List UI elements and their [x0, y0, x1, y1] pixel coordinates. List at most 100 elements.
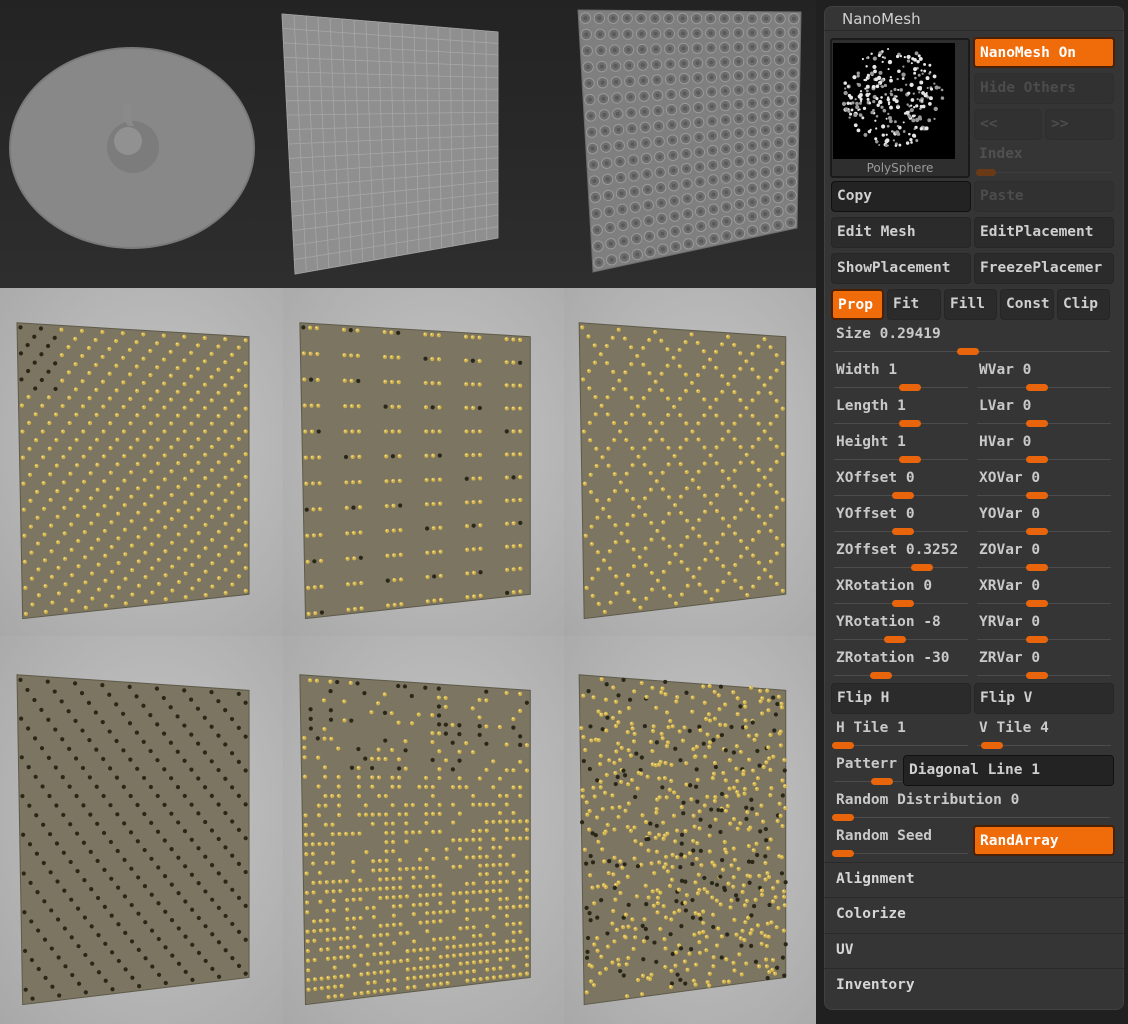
lvar-slider-knob[interactable] [1026, 420, 1048, 427]
yovar-value: 0 [1031, 506, 1041, 522]
yovar-slider-knob[interactable] [1026, 528, 1048, 535]
v-tile-slider-knob[interactable] [981, 742, 1003, 749]
colorize-label: Colorize [836, 906, 906, 922]
hvar-slider-knob[interactable] [1026, 456, 1048, 463]
random-distribution-slider-knob[interactable] [832, 814, 854, 821]
nanomesh-panel: NanoMesh PolySphere NanoMesh On Hide Oth… [816, 0, 1128, 1024]
h-tile-slider-track[interactable] [834, 745, 968, 746]
zrotation-label: ZRotation [836, 650, 915, 666]
xrvar-slider-knob[interactable] [1026, 600, 1048, 607]
pattern-slider-knob[interactable] [871, 778, 893, 785]
xovar-slider-label[interactable]: XOVar 0 [979, 470, 1040, 486]
xoffset-slider-knob[interactable] [892, 492, 914, 499]
size-slider-knob[interactable] [957, 348, 979, 355]
zrotation-slider-label[interactable]: ZRotation -30 [836, 650, 950, 666]
zrvar-slider-knob[interactable] [1026, 672, 1048, 679]
xrotation-slider-label[interactable]: XRotation 0 [836, 578, 932, 594]
zovar-label: ZOVar [979, 542, 1023, 558]
height-slider-label[interactable]: Height 1 [836, 434, 906, 450]
zovar-slider-knob[interactable] [1026, 564, 1048, 571]
zoffset-slider-knob[interactable] [911, 564, 933, 571]
height-slider-knob[interactable] [899, 456, 921, 463]
freeze-placement-button[interactable]: FreezePlacemer [974, 253, 1114, 284]
title-divider [824, 30, 1124, 31]
yrvar-slider-knob[interactable] [1026, 636, 1048, 643]
zoffset-slider-track[interactable] [834, 567, 968, 568]
xovar-value: 0 [1031, 470, 1041, 486]
yrvar-value: 0 [1031, 614, 1041, 630]
previous-button[interactable]: << [974, 109, 1042, 140]
zovar-slider-label[interactable]: ZOVar 0 [979, 542, 1040, 558]
random-seed-slider-track[interactable] [834, 853, 968, 854]
random-distribution-slider-track[interactable] [834, 817, 1110, 818]
section-colorize[interactable]: Colorize [824, 897, 1124, 932]
index-slider-knob[interactable] [976, 169, 996, 176]
section-alignment[interactable]: Alignment [824, 862, 1124, 897]
tab-fill[interactable]: Fill [944, 289, 997, 320]
next-button[interactable]: >> [1045, 109, 1114, 140]
yrvar-slider-label[interactable]: YRVar 0 [979, 614, 1040, 630]
panel-title[interactable]: NanoMesh [842, 10, 921, 28]
lvar-slider-label[interactable]: LVar 0 [979, 398, 1031, 414]
zrotation-slider-track[interactable] [834, 675, 968, 676]
index-slider-track[interactable] [976, 172, 1112, 173]
zrotation-slider-knob[interactable] [870, 672, 892, 679]
hide-others-button[interactable]: Hide Others [974, 73, 1114, 104]
xrotation-slider-knob[interactable] [892, 600, 914, 607]
polysphere-icon [841, 47, 945, 148]
wvar-slider-label[interactable]: WVar 0 [979, 362, 1031, 378]
length-value: 1 [897, 398, 906, 414]
width-slider-knob[interactable] [899, 384, 921, 391]
copy-button[interactable]: Copy [831, 181, 971, 212]
tab-clip[interactable]: Clip [1057, 289, 1110, 320]
show-placement-button[interactable]: ShowPlacement [831, 253, 971, 284]
xoffset-slider-label[interactable]: XOffset 0 [836, 470, 915, 486]
size-slider-label[interactable]: Size 0.29419 [836, 326, 941, 342]
checker-studs-svg [16, 674, 250, 1006]
xrvar-slider-label[interactable]: XRVar 0 [979, 578, 1040, 594]
gradient-studs-svg [299, 674, 531, 1006]
edit-mesh-button[interactable]: Edit Mesh [831, 217, 971, 248]
grid-plane-render [270, 0, 545, 288]
zoffset-slider-label[interactable]: ZOffset 0.3252 [836, 542, 958, 558]
width-slider-label[interactable]: Width 1 [836, 362, 897, 378]
wvar-slider-knob[interactable] [1026, 384, 1048, 391]
pattern-dropdown[interactable]: Diagonal Line 1 [903, 755, 1114, 786]
yoffset-slider-label[interactable]: YOffset 0 [836, 506, 915, 522]
yoffset-slider-knob[interactable] [892, 528, 914, 535]
tab-prop[interactable]: Prop [831, 289, 884, 320]
length-slider-knob[interactable] [899, 420, 921, 427]
flip-h-button[interactable]: Flip H [831, 683, 971, 714]
zoffset-value: 0.3252 [905, 542, 959, 558]
tab-fit[interactable]: Fit [887, 289, 941, 320]
h-tile-slider-label[interactable]: H Tile 1 [836, 720, 906, 736]
h-tile-slider-knob[interactable] [832, 742, 854, 749]
length-slider-label[interactable]: Length 1 [836, 398, 906, 414]
circles-plane-render [545, 0, 816, 288]
dash-studs-svg [299, 322, 531, 620]
v-tile-slider-label[interactable]: V Tile 4 [979, 720, 1049, 736]
hvar-slider-label[interactable]: HVar 0 [979, 434, 1031, 450]
hvar-label: HVar [979, 434, 1014, 450]
random-seed-slider-knob[interactable] [832, 850, 854, 857]
flip-v-button[interactable]: Flip V [974, 683, 1114, 714]
paste-button[interactable]: Paste [974, 181, 1114, 212]
yrotation-slider-label[interactable]: YRotation -8 [836, 614, 941, 630]
h-tile-value: 1 [897, 720, 906, 736]
xrotation-value: 0 [923, 578, 933, 594]
section-inventory[interactable]: Inventory [824, 968, 1124, 1003]
uv-label: UV [836, 942, 854, 958]
nanomesh-on-button[interactable]: NanoMesh On [973, 37, 1115, 68]
random-distribution-slider-label[interactable]: Random Distribution 0 [836, 792, 1019, 808]
yovar-slider-label[interactable]: YOVar 0 [979, 506, 1040, 522]
tab-const[interactable]: Const [1000, 289, 1054, 320]
yrotation-slider-knob[interactable] [884, 636, 906, 643]
zrvar-slider-label[interactable]: ZRVar 0 [979, 650, 1040, 666]
randarray-button[interactable]: RandArray [973, 825, 1115, 856]
section-uv[interactable]: UV [824, 933, 1124, 968]
yrvar-label: YRVar [979, 614, 1023, 630]
hvar-value: 0 [1022, 434, 1032, 450]
xovar-slider-knob[interactable] [1026, 492, 1048, 499]
zrotation-value: -30 [923, 650, 950, 666]
edit-placement-button[interactable]: EditPlacement [974, 217, 1114, 248]
